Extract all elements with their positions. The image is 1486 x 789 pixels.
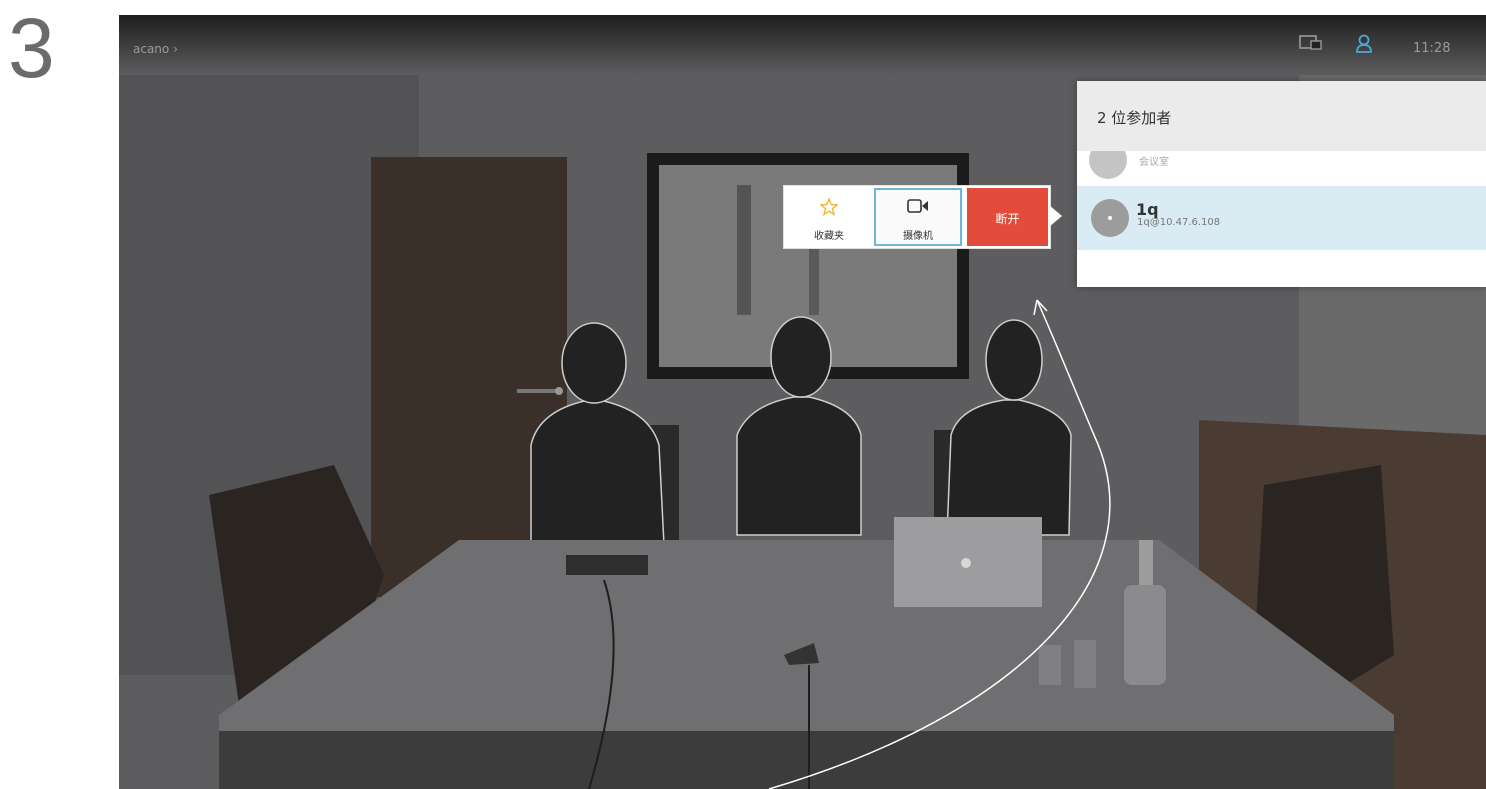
curved-arrow-annotation (768, 299, 1111, 789)
step-number: 3 (8, 1, 55, 95)
video-call-screen: acano › 11:28 2 位参加者 会议室 1q 1q@10.47.6.1… (119, 15, 1486, 789)
